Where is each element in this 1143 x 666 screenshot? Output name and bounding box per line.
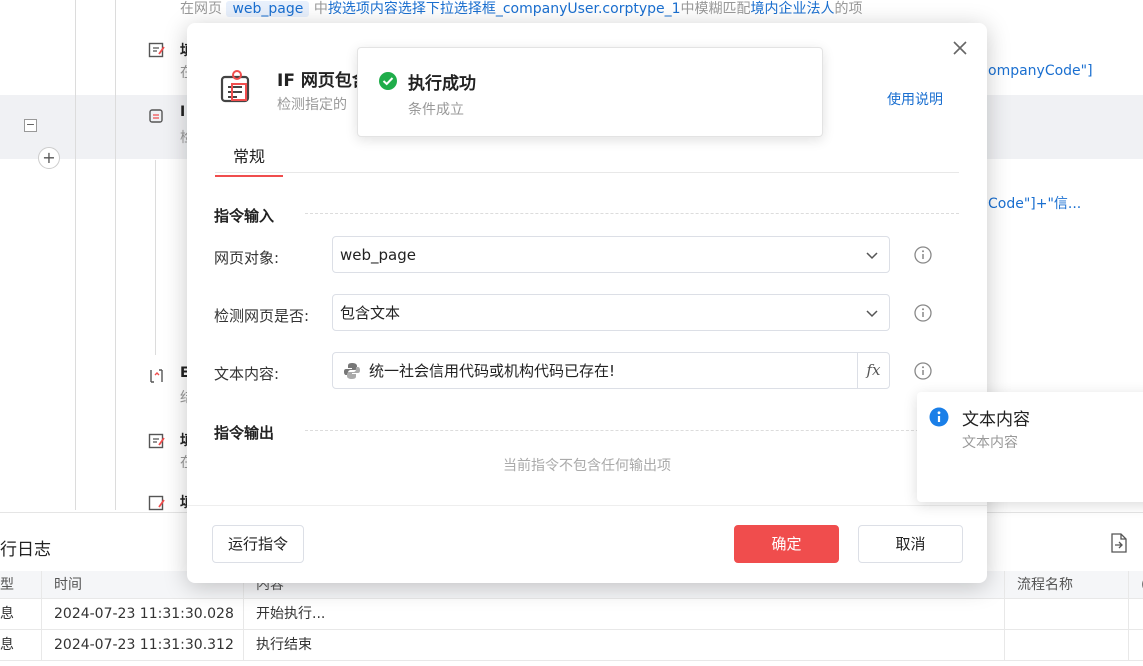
toast-title: 执行成功 bbox=[408, 74, 476, 94]
help-link[interactable]: 使用说明 bbox=[887, 89, 943, 109]
variable-chip[interactable]: web_page bbox=[226, 1, 310, 17]
tree-guide-line bbox=[115, 0, 116, 510]
close-icon[interactable] bbox=[951, 39, 969, 57]
success-toast: 执行成功 条件成立 bbox=[357, 47, 823, 137]
detect-label: 检测网页是否: bbox=[214, 307, 310, 325]
tree-guide-line bbox=[75, 0, 76, 510]
footer-divider bbox=[187, 505, 987, 506]
section-output-title: 指令输出 bbox=[214, 424, 275, 442]
table-row[interactable]: 息 2024-07-23 11:31:30.028 开始执行... bbox=[0, 599, 1143, 630]
col-type: 型 bbox=[0, 571, 42, 598]
confirm-button[interactable]: 确定 bbox=[734, 525, 839, 563]
log-title: 行日志 bbox=[0, 540, 51, 560]
cancel-button[interactable]: 取消 bbox=[858, 525, 963, 563]
flow-step-desc: 在网页 web_page 中按选项内容选择下拉选择框_companyUser.c… bbox=[180, 1, 863, 17]
flow-step-desc-right: Code"]+"信... bbox=[988, 196, 1082, 212]
chevron-down-icon bbox=[866, 252, 878, 260]
dialog-title: IF 网页包含 bbox=[277, 71, 369, 91]
collapse-toggle[interactable]: − bbox=[24, 119, 37, 132]
info-icon[interactable] bbox=[914, 304, 932, 322]
detect-select[interactable]: 包含文本 bbox=[332, 294, 890, 331]
flow-step-desc-right: ompanyCode"] bbox=[988, 63, 1093, 79]
info-icon[interactable] bbox=[914, 362, 932, 380]
page-object-label: 网页对象: bbox=[214, 249, 280, 267]
edit-icon bbox=[148, 495, 165, 511]
tab-divider bbox=[215, 172, 959, 173]
run-instruction-button[interactable]: 运行指令 bbox=[212, 525, 304, 563]
section-divider bbox=[305, 213, 959, 214]
export-icon[interactable] bbox=[1110, 533, 1128, 553]
text-content-input[interactable]: 统一社会信用代码或机构代码已存在! fx bbox=[332, 352, 890, 389]
tooltip-title: 文本内容 bbox=[962, 410, 1030, 430]
check-circle-icon bbox=[379, 72, 397, 90]
web-if-icon bbox=[149, 109, 163, 123]
flow-step-title[interactable]: I bbox=[180, 104, 185, 120]
section-divider bbox=[305, 430, 959, 431]
tree-guide-line bbox=[155, 160, 156, 355]
end-if-icon bbox=[150, 369, 163, 383]
col-flow-name: 流程名称 bbox=[1005, 571, 1129, 598]
chevron-down-icon bbox=[866, 310, 878, 318]
python-icon bbox=[344, 363, 360, 379]
page-object-select[interactable]: web_page bbox=[332, 236, 890, 273]
add-step-button[interactable]: + bbox=[38, 147, 60, 169]
web-contains-icon bbox=[220, 70, 250, 103]
toast-message: 条件成立 bbox=[408, 102, 464, 118]
edit-icon bbox=[148, 42, 165, 58]
tooltip-subtitle: 文本内容 bbox=[962, 435, 1018, 451]
no-output-message: 当前指令不包含任何输出项 bbox=[503, 458, 671, 474]
expression-button[interactable]: fx bbox=[857, 353, 889, 388]
section-input-title: 指令输入 bbox=[214, 207, 275, 225]
table-row[interactable]: 息 2024-07-23 11:31:30.312 执行结束 bbox=[0, 630, 1143, 661]
edit-icon bbox=[148, 433, 165, 449]
info-filled-icon bbox=[929, 407, 949, 427]
text-content-label: 文本内容: bbox=[214, 365, 280, 383]
dialog-subtitle: 检测指定的 bbox=[277, 97, 347, 113]
col-extra: ( bbox=[1129, 571, 1143, 598]
info-icon[interactable] bbox=[914, 246, 932, 264]
field-tooltip: 文本内容 文本内容 bbox=[917, 392, 1143, 502]
